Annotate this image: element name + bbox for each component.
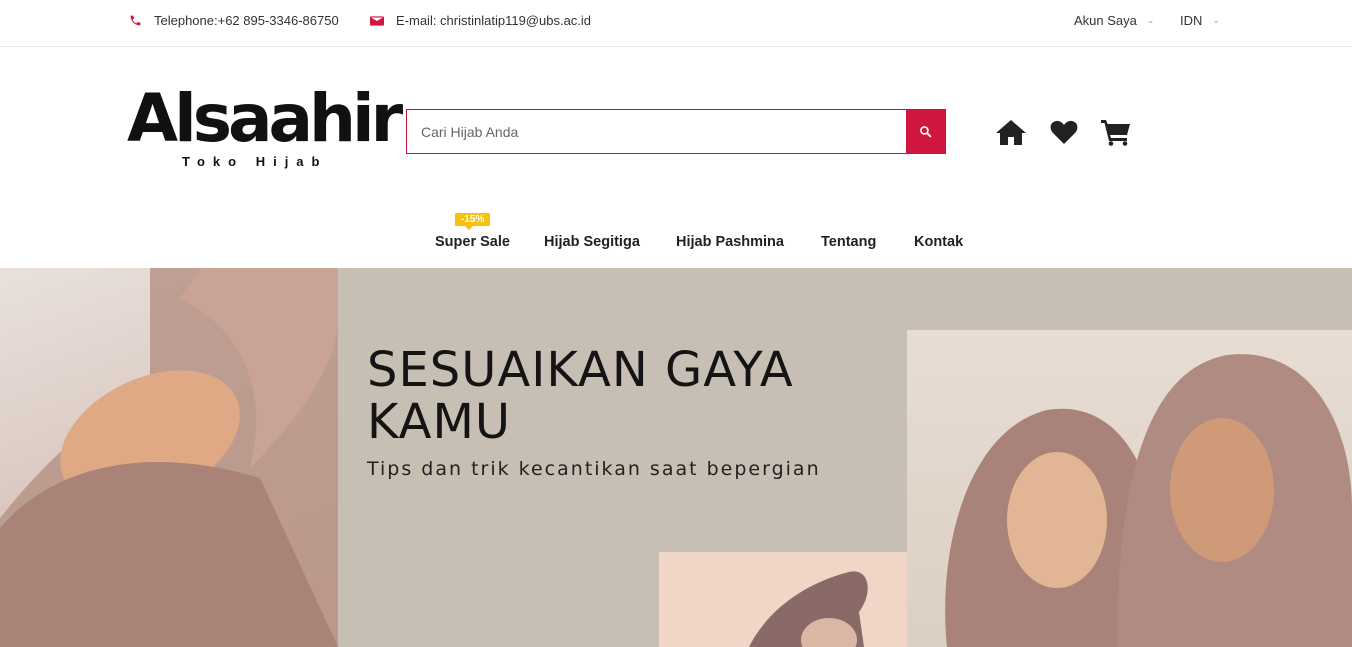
- top-bar: Telephone:+62 895-3346-86750 E-mail: chr…: [0, 0, 1352, 47]
- email-contact[interactable]: E-mail: christinlatip119@ubs.ac.id: [370, 13, 591, 28]
- home-icon: [996, 120, 1026, 145]
- cart-button[interactable]: [1100, 117, 1132, 147]
- brand-name: Alsaahir: [127, 80, 403, 157]
- envelope-icon: [370, 15, 384, 26]
- account-label: Akun Saya: [1074, 13, 1137, 28]
- wishlist-button[interactable]: [1048, 117, 1080, 147]
- nav-item-hijab-segitiga[interactable]: Hijab Segitiga: [544, 234, 640, 250]
- search-button[interactable]: [906, 110, 945, 153]
- nav-item-super-sale[interactable]: Super Sale: [435, 234, 510, 250]
- banner-title: SESUAIKAN GAYA KAMU: [367, 342, 794, 450]
- main-nav: Super Sale Hijab Segitiga Hijab Pashmina…: [0, 234, 1352, 254]
- nav-item-tentang[interactable]: Tentang: [821, 234, 876, 250]
- home-button[interactable]: [995, 117, 1027, 147]
- search-icon: [920, 126, 932, 138]
- model-photo-right: [907, 330, 1352, 647]
- brand-tagline: Toko Hijab: [182, 154, 328, 169]
- account-dropdown[interactable]: Akun Saya ⌄: [1074, 13, 1154, 28]
- sale-badge: -15%: [455, 213, 491, 230]
- phone-text: Telephone:+62 895-3346-86750: [154, 13, 339, 28]
- language-label: IDN: [1180, 13, 1203, 28]
- heart-icon: [1050, 120, 1078, 144]
- email-text: E-mail: christinlatip119@ubs.ac.id: [396, 13, 592, 28]
- nav-item-hijab-pashmina[interactable]: Hijab Pashmina: [676, 234, 784, 250]
- chevron-down-icon: ⌄: [1146, 15, 1155, 25]
- brand-logo[interactable]: Alsaahir Toko Hijab: [127, 80, 403, 176]
- search-bar: [406, 109, 946, 154]
- model-photo-left: [0, 268, 338, 647]
- cart-icon: [1101, 120, 1130, 146]
- language-dropdown[interactable]: IDN ⌄: [1180, 13, 1220, 28]
- banner-subtitle: Tips dan trik kecantikan saat bepergian: [367, 458, 821, 480]
- phone-icon: [130, 15, 141, 26]
- hero-banner[interactable]: SESUAIKAN GAYA KAMU Tips dan trik kecant…: [0, 268, 1352, 647]
- nav-item-kontak[interactable]: Kontak: [914, 234, 963, 250]
- search-input[interactable]: [407, 110, 906, 153]
- chevron-down-icon: ⌄: [1212, 15, 1220, 25]
- phone-contact[interactable]: Telephone:+62 895-3346-86750: [129, 13, 339, 28]
